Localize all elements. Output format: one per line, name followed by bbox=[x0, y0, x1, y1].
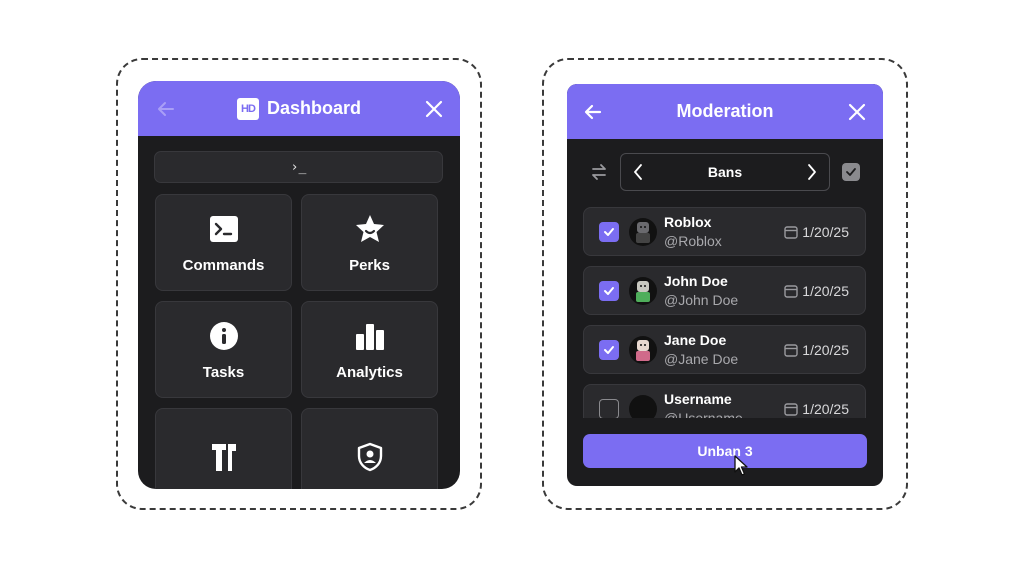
calendar-icon bbox=[784, 226, 798, 239]
dashboard-panel: HD Dashboard ›_ Commands Perks Tasks Ana… bbox=[138, 81, 460, 489]
moderation-header: Moderation bbox=[567, 84, 883, 139]
row-checkbox[interactable] bbox=[599, 222, 619, 242]
user-name: Username bbox=[664, 391, 732, 407]
date-text: 1/20/25 bbox=[802, 342, 849, 358]
list-item[interactable]: Jane Doe @Jane Doe 1/20/25 bbox=[583, 325, 866, 374]
row-checkbox[interactable] bbox=[599, 399, 619, 418]
user-name: Roblox bbox=[664, 214, 712, 230]
dashboard-title: Dashboard bbox=[266, 98, 362, 118]
close-button[interactable] bbox=[414, 81, 454, 136]
tile-security[interactable] bbox=[301, 408, 438, 489]
moderation-title: Moderation bbox=[676, 101, 774, 121]
date-text: 1/20/25 bbox=[802, 401, 849, 417]
tile-tasks[interactable]: Tasks bbox=[155, 301, 292, 398]
user-name: Jane Doe bbox=[664, 332, 727, 348]
check-icon bbox=[604, 228, 614, 236]
tile-moderation[interactable] bbox=[155, 408, 292, 489]
tile-analytics[interactable]: Analytics bbox=[301, 301, 438, 398]
close-button[interactable] bbox=[837, 84, 877, 139]
list-item[interactable]: Roblox @Roblox 1/20/25 bbox=[583, 207, 866, 256]
command-bar[interactable]: ›_ bbox=[154, 151, 443, 183]
list-item[interactable]: John Doe @John Doe 1/20/25 bbox=[583, 266, 866, 315]
mouse-cursor-icon bbox=[734, 455, 748, 476]
user-handle: @Roblox bbox=[664, 233, 722, 249]
chevron-left-icon bbox=[634, 164, 642, 180]
tile-label: Tasks bbox=[202, 364, 245, 381]
ban-date: 1/20/25 bbox=[784, 283, 849, 299]
swap-icon bbox=[592, 164, 606, 180]
row-checkbox[interactable] bbox=[599, 340, 619, 360]
tile-commands[interactable]: Commands bbox=[155, 194, 292, 291]
user-handle: @John Doe bbox=[664, 292, 739, 308]
shield-user-icon bbox=[352, 439, 388, 475]
back-button[interactable] bbox=[573, 84, 613, 139]
list-item[interactable]: Username @Username 1/20/25 bbox=[583, 384, 866, 418]
row-checkbox[interactable] bbox=[599, 281, 619, 301]
user-handle: @Jane Doe bbox=[664, 351, 739, 367]
select-all-checkbox[interactable] bbox=[842, 163, 860, 181]
calendar-icon bbox=[784, 403, 798, 416]
date-text: 1/20/25 bbox=[802, 224, 849, 240]
tile-label: Analytics bbox=[336, 364, 403, 381]
arrow-left-icon bbox=[584, 104, 602, 119]
moderation-panel: Moderation Bans Roblox @Roblox 1/20/25 J… bbox=[567, 84, 883, 486]
command-prompt: ›_ bbox=[290, 159, 307, 175]
next-filter-button[interactable] bbox=[797, 154, 827, 190]
close-icon bbox=[848, 103, 866, 120]
user-name: John Doe bbox=[664, 273, 728, 289]
hd-logo: HD bbox=[236, 97, 259, 120]
back-button[interactable] bbox=[146, 81, 186, 136]
bar-chart-icon bbox=[352, 318, 388, 354]
calendar-icon bbox=[784, 285, 798, 298]
close-icon bbox=[425, 100, 443, 117]
user-handle: @Username bbox=[664, 410, 743, 418]
ban-date: 1/20/25 bbox=[784, 224, 849, 240]
avatar bbox=[629, 395, 657, 418]
moderation-toolbar: Bans bbox=[567, 152, 883, 192]
avatar bbox=[629, 277, 657, 305]
swap-button[interactable] bbox=[587, 160, 611, 184]
check-icon bbox=[604, 346, 614, 354]
hammer-icon bbox=[206, 439, 242, 475]
dashboard-header: HD Dashboard bbox=[138, 81, 460, 136]
date-text: 1/20/25 bbox=[802, 283, 849, 299]
star-icon bbox=[352, 211, 388, 247]
ban-list: Roblox @Roblox 1/20/25 John Doe @John Do… bbox=[583, 207, 866, 418]
filter-selector[interactable]: Bans bbox=[620, 153, 830, 191]
info-icon bbox=[206, 318, 242, 354]
filter-label: Bans bbox=[707, 164, 743, 180]
ban-date: 1/20/25 bbox=[784, 401, 849, 417]
terminal-icon bbox=[206, 211, 242, 247]
tile-perks[interactable]: Perks bbox=[301, 194, 438, 291]
unban-button[interactable]: Unban 3 bbox=[583, 434, 867, 468]
chevron-right-icon bbox=[808, 164, 816, 180]
check-icon bbox=[604, 287, 614, 295]
avatar bbox=[629, 336, 657, 364]
prev-filter-button[interactable] bbox=[623, 154, 653, 190]
tile-label: Perks bbox=[349, 257, 390, 274]
ban-date: 1/20/25 bbox=[784, 342, 849, 358]
calendar-icon bbox=[784, 344, 798, 357]
check-icon bbox=[846, 168, 856, 176]
avatar bbox=[629, 218, 657, 246]
arrow-left-icon bbox=[158, 101, 174, 116]
tile-label: Commands bbox=[182, 257, 265, 274]
